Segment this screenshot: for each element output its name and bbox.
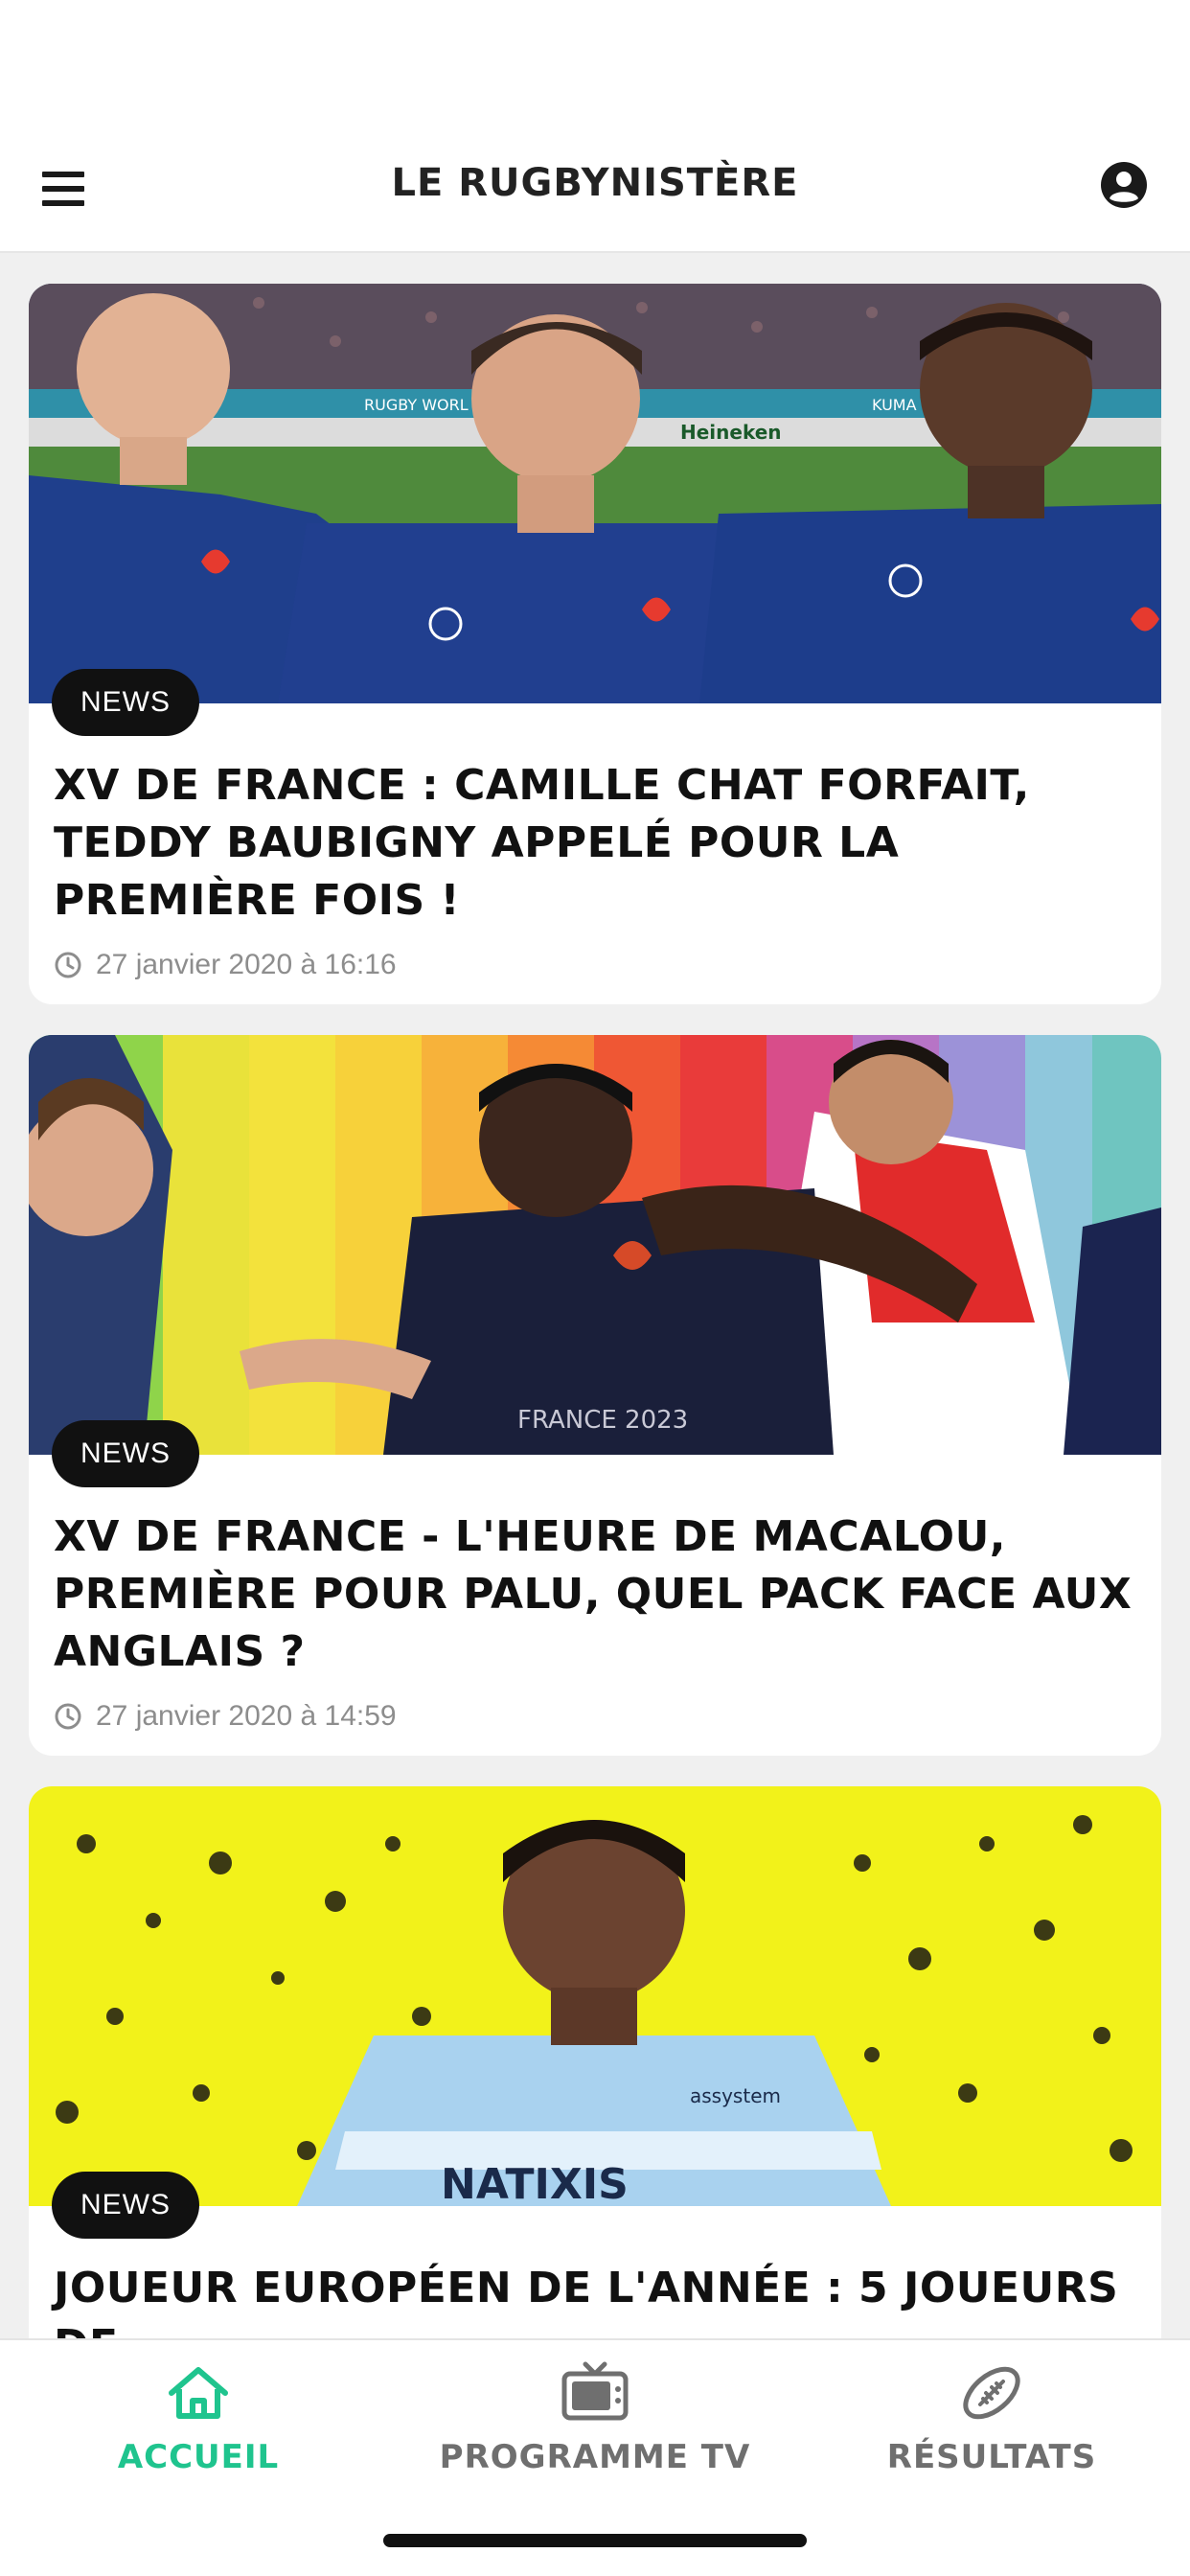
clock-icon bbox=[55, 1703, 81, 1730]
home-indicator bbox=[383, 2534, 807, 2547]
article-headline[interactable]: XV DE FRANCE - L'HEURE DE MACALOU, PREMI… bbox=[54, 1508, 1136, 1681]
app-title: LE RUGBYNISTÈRE bbox=[391, 161, 799, 205]
jersey-sponsor: NATIXIS bbox=[441, 2160, 629, 2206]
tab-label: RÉSULTATS bbox=[886, 2438, 1097, 2476]
article-card[interactable]: FRANCE 2023 NEWS XV DE FRANCE - L'HEURE … bbox=[29, 1035, 1161, 1756]
home-icon bbox=[169, 2367, 228, 2419]
category-badge: NEWS bbox=[52, 2172, 199, 2239]
banner-text-left: RUGBY WORL bbox=[364, 396, 469, 414]
tab-resultats[interactable]: RÉSULTATS bbox=[793, 2358, 1190, 2476]
rugby-ball-icon bbox=[963, 2366, 1020, 2420]
jersey-text: FRANCE 2023 bbox=[517, 1406, 688, 1435]
status-bar bbox=[0, 0, 1190, 144]
clock-icon bbox=[55, 952, 81, 978]
jersey-sponsor-top: assystem bbox=[690, 2084, 781, 2107]
category-badge: NEWS bbox=[52, 1420, 199, 1487]
news-feed: RUGBY WORL KUMA Heineken NEWS XV DE FRAN… bbox=[29, 284, 1161, 2486]
article-date: 27 janvier 2020 à 16:16 bbox=[96, 949, 397, 980]
article-card[interactable]: RUGBY WORL KUMA Heineken NEWS XV DE FRAN… bbox=[29, 284, 1161, 1004]
article-meta: 27 janvier 2020 à 14:59 bbox=[54, 1700, 1136, 1733]
article-headline[interactable]: XV DE FRANCE : CAMILLE CHAT FORFAIT, TED… bbox=[54, 757, 1136, 930]
article-date: 27 janvier 2020 à 14:59 bbox=[96, 1700, 397, 1732]
banner-text-right: KUMA bbox=[872, 396, 917, 414]
article-meta: 27 janvier 2020 à 16:16 bbox=[54, 949, 1136, 981]
tab-programme-tv[interactable]: PROGRAMME TV bbox=[397, 2358, 793, 2476]
tab-accueil[interactable]: ACCUEIL bbox=[0, 2358, 397, 2476]
article-image: RUGBY WORL KUMA Heineken bbox=[29, 284, 1161, 703]
article-image: assystem NATIXIS bbox=[29, 1786, 1161, 2206]
tab-label: PROGRAMME TV bbox=[439, 2438, 751, 2476]
tab-label: ACCUEIL bbox=[117, 2438, 280, 2476]
app-header: LE RUGBYNISTÈRE bbox=[0, 144, 1190, 253]
article-image: FRANCE 2023 bbox=[29, 1035, 1161, 1455]
sponsor-text: Heineken bbox=[680, 421, 782, 444]
user-profile-icon[interactable] bbox=[1100, 161, 1148, 209]
tv-icon bbox=[561, 2361, 629, 2421]
category-badge: NEWS bbox=[52, 669, 199, 736]
